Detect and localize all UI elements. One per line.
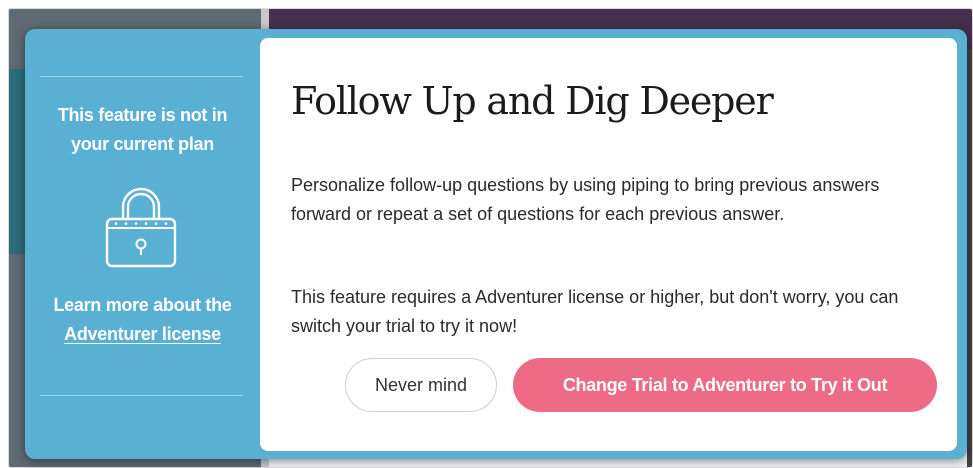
modal-side-panel: This feature is not in your current plan… bbox=[25, 29, 260, 459]
plan-notice-line1: This feature is not in bbox=[57, 105, 228, 125]
feature-description: Personalize follow-up questions by using… bbox=[291, 175, 880, 224]
license-requirement: This feature requires a Adventurer licen… bbox=[291, 287, 899, 336]
modal-title: Follow Up and Dig Deeper bbox=[291, 79, 774, 123]
adventurer-license-link[interactable]: Adventurer license bbox=[25, 320, 260, 349]
lock-icon bbox=[105, 187, 177, 268]
app-scrollbar bbox=[967, 49, 972, 467]
upgrade-modal: This feature is not in your current plan… bbox=[25, 29, 967, 459]
side-divider-bottom bbox=[40, 395, 243, 396]
modal-content: Follow Up and Dig Deeper Personalize fol… bbox=[260, 38, 957, 451]
change-trial-button[interactable]: Change Trial to Adventurer to Try it Out bbox=[513, 358, 937, 412]
learn-more-text: Learn more about the bbox=[53, 295, 232, 315]
never-mind-button[interactable]: Never mind bbox=[345, 358, 497, 412]
side-divider-top bbox=[40, 76, 243, 77]
learn-more: Learn more about the Adventurer license bbox=[25, 291, 260, 349]
plan-notice: This feature is not in your current plan bbox=[25, 101, 260, 159]
plan-notice-line2: your current plan bbox=[71, 134, 214, 154]
